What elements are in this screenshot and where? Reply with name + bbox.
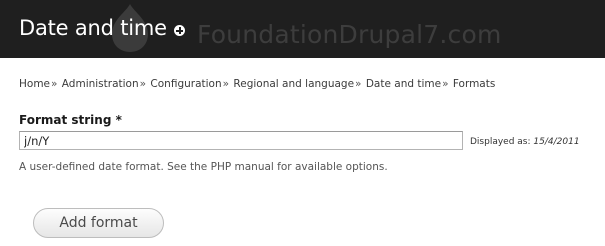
format-string-label: Format string *: [19, 113, 122, 127]
page-header: Date and time FoundationDrupal7.com: [0, 0, 605, 58]
breadcrumb-date-and-time[interactable]: Date and time: [366, 78, 441, 90]
breadcrumb-separator: »: [442, 78, 449, 90]
breadcrumb-separator: »: [222, 78, 230, 90]
format-preview: Displayed as: 15/4/2011: [470, 137, 580, 147]
breadcrumb-administration[interactable]: Administration: [62, 78, 139, 90]
format-description: A user-defined date format. See the PHP …: [19, 161, 388, 173]
breadcrumb-regional-and-language[interactable]: Regional and language: [233, 78, 354, 90]
preview-label: Displayed as:: [470, 137, 531, 147]
watermark-text: FoundationDrupal7.com: [197, 20, 502, 49]
breadcrumb-separator: »: [139, 78, 147, 90]
breadcrumb: Home» Administration» Configuration» Reg…: [19, 78, 495, 90]
page: Date and time FoundationDrupal7.com Home…: [0, 0, 605, 246]
format-string-input[interactable]: [19, 131, 463, 150]
breadcrumb-configuration[interactable]: Configuration: [150, 78, 221, 90]
page-title: Date and time: [19, 16, 167, 40]
breadcrumb-separator: »: [355, 78, 362, 90]
breadcrumb-formats[interactable]: Formats: [453, 78, 495, 90]
plus-circle-icon[interactable]: [174, 25, 185, 36]
breadcrumb-home[interactable]: Home: [19, 78, 50, 90]
add-format-button[interactable]: Add format: [33, 208, 164, 238]
breadcrumb-separator: »: [51, 78, 58, 90]
preview-value: 15/4/2011: [533, 137, 580, 147]
